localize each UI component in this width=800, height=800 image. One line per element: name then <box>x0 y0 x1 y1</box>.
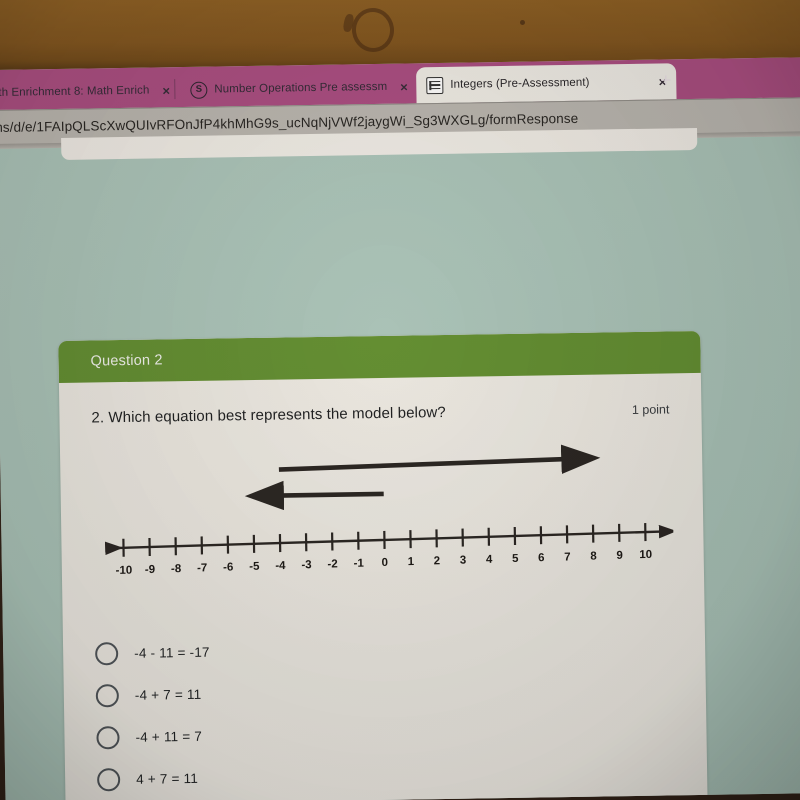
close-icon[interactable]: × <box>400 79 408 94</box>
tab-title: Number Operations Pre assessm <box>214 80 388 96</box>
axis-tick-label: 0 <box>381 557 388 569</box>
option-label: 4 + 7 = 11 <box>136 770 199 787</box>
google-form-page: Question 2 2. Which equation best repres… <box>0 127 800 800</box>
axis-tick-label: 9 <box>616 550 623 562</box>
axis-tick-label: 5 <box>512 553 519 565</box>
section-header-label: Question 2 <box>90 352 163 370</box>
new-tab-button[interactable]: + <box>660 70 671 91</box>
tab-title: th Enrichment 8: Math Enrich <box>0 84 150 99</box>
axis-tick-label: -10 <box>115 565 132 577</box>
axis-tick-label: -9 <box>145 564 155 576</box>
axis-tick-label: 7 <box>564 552 571 564</box>
axis-tick-label: -3 <box>301 559 311 571</box>
axis-tick-label: -8 <box>171 563 182 575</box>
browser-window: th Enrichment 8: Math Enrich × S Number … <box>0 57 800 800</box>
option-row[interactable]: 4 + 7 = 11 <box>96 750 676 800</box>
browser-tab-integers-pre-assessment[interactable]: Integers (Pre-Assessment) × <box>416 63 677 104</box>
tab-title: Integers (Pre-Assessment) <box>450 76 590 91</box>
radio-icon[interactable] <box>96 767 121 792</box>
lower-arrow-glyph <box>244 481 384 511</box>
answer-options: -4 - 11 = -17 -4 + 7 = 11 -4 + 11 = 7 4 … <box>95 624 676 800</box>
axis-tick-label: -7 <box>197 563 207 575</box>
axis-tick-label: -5 <box>249 561 260 573</box>
axis-tick-label: -4 <box>275 560 286 572</box>
browser-tab-math-enrichment[interactable]: th Enrichment 8: Math Enrich × <box>0 73 195 110</box>
number-line-model: -10 -9 -8 -7 -6 -5 -4 -3 -2 -1 0 1 2 3 4 5 6 7 8 9 10 <box>92 434 675 611</box>
axis-tick-label: 4 <box>486 554 493 566</box>
axis-tick-label: -2 <box>327 559 337 571</box>
option-label: -4 + 7 = 11 <box>134 686 202 703</box>
google-forms-icon <box>426 76 444 94</box>
desk-speck <box>520 20 525 25</box>
axis-tick-label: 10 <box>639 549 652 561</box>
option-label: -4 + 11 = 7 <box>135 728 203 745</box>
question-body: 2. Which equation best represents the mo… <box>59 373 708 800</box>
axis-tick-label: 3 <box>460 555 467 567</box>
axis-tick-label: 1 <box>408 556 415 568</box>
question-text: 2. Which equation best represents the mo… <box>91 403 446 427</box>
upper-arrow-glyph <box>278 444 601 475</box>
axis-tick-label: 8 <box>590 551 597 563</box>
number-line-svg: -10 -9 -8 -7 -6 -5 -4 -3 -2 -1 0 1 2 3 4 5 6 7 8 9 10 <box>104 444 675 577</box>
radio-icon[interactable] <box>96 725 120 750</box>
close-icon[interactable]: × <box>162 83 170 98</box>
points-label: 1 point <box>631 402 670 418</box>
desk-smudge-ring <box>349 5 397 55</box>
axis-tick-label: 6 <box>538 552 545 564</box>
axis-tick-label: -6 <box>223 562 233 574</box>
option-label: -4 - 11 = -17 <box>134 644 210 661</box>
axis-tick-label: -1 <box>353 558 364 570</box>
question-card: Question 2 2. Which equation best repres… <box>58 330 708 800</box>
photo-of-screen: th Enrichment 8: Math Enrich × S Number … <box>0 0 800 800</box>
radio-icon[interactable] <box>95 683 120 708</box>
radio-icon[interactable] <box>95 641 119 666</box>
axis-tick-labels: -10 -9 -8 -7 -6 -5 -4 -3 -2 -1 0 1 2 3 4 5 6 7 8 9 10 <box>115 549 652 577</box>
axis-tick-label: 2 <box>434 556 441 568</box>
circle-s-icon: S <box>190 81 208 99</box>
browser-tab-number-operations[interactable]: S Number Operations Pre assessm × <box>180 69 437 107</box>
